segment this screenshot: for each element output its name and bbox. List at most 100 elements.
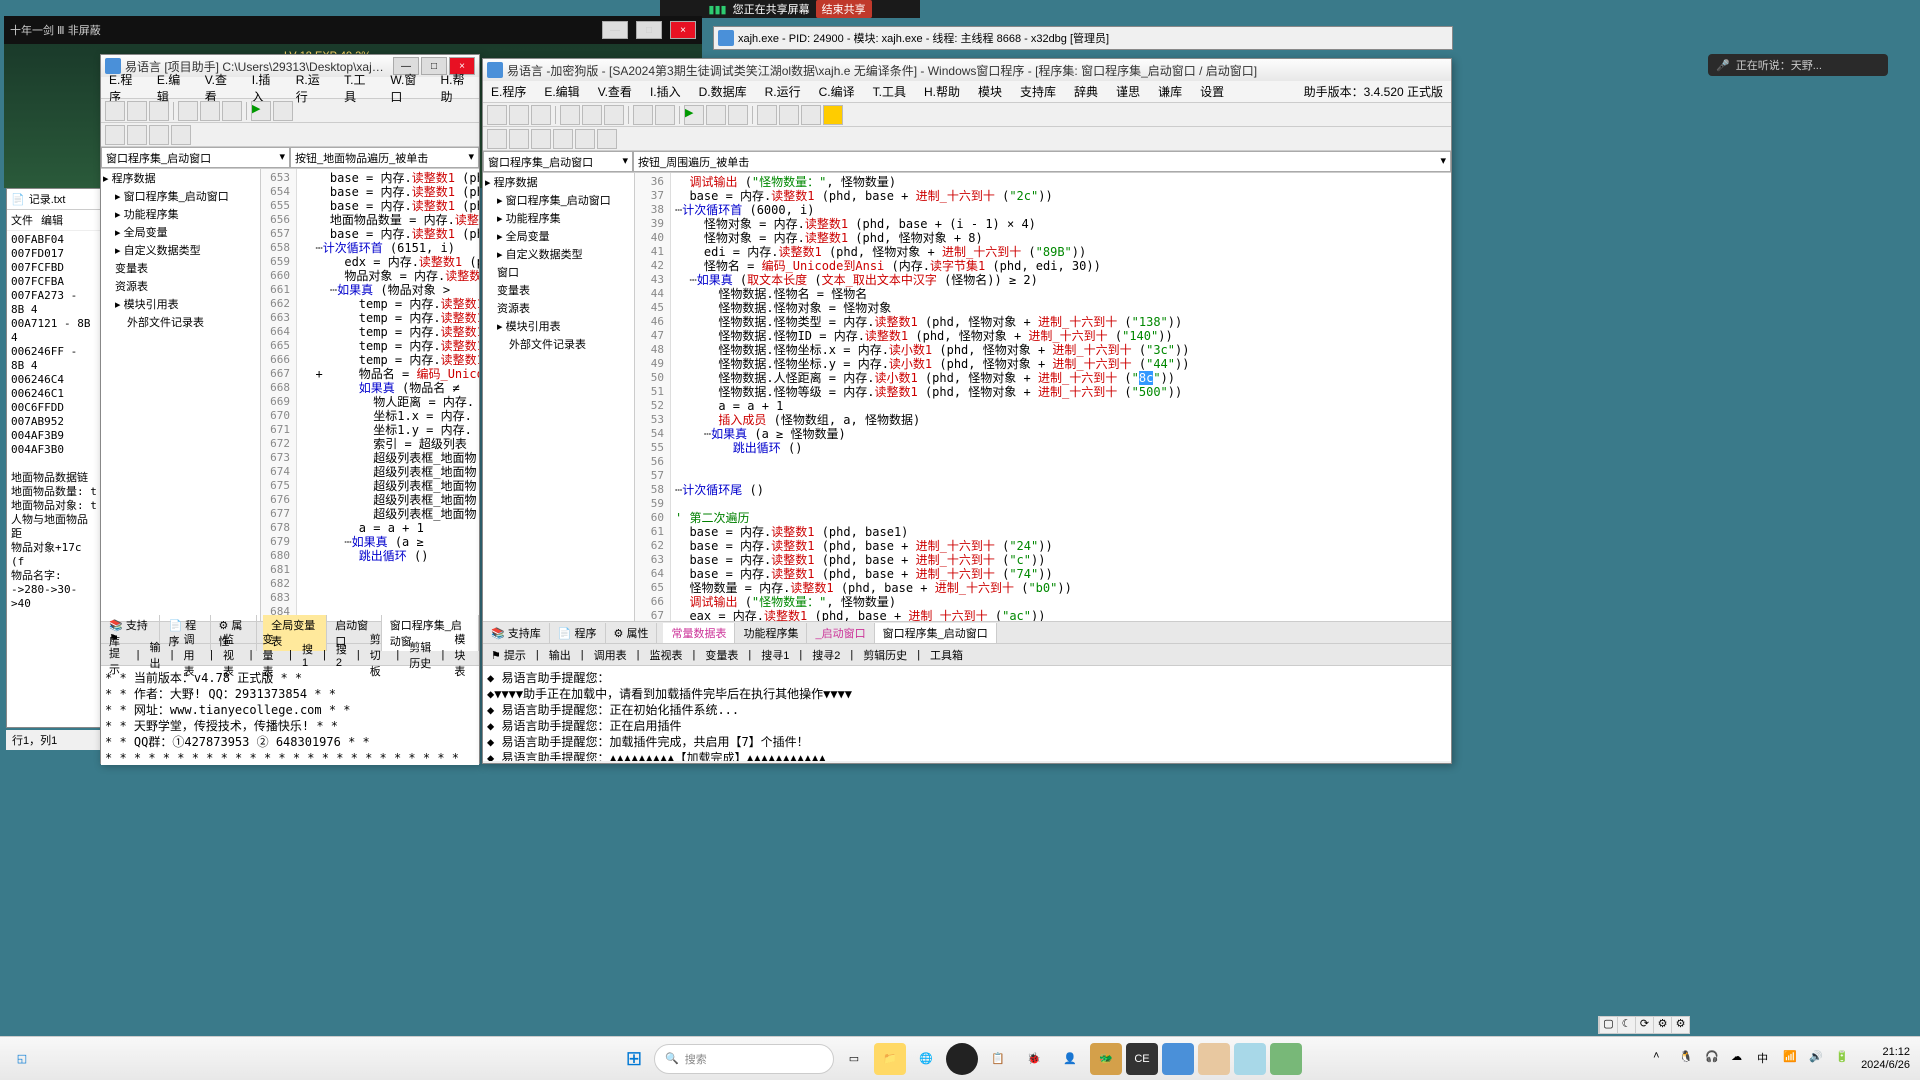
save-icon[interactable] (149, 101, 169, 121)
code-line[interactable]: temp = 内存.读整数1 (297, 353, 479, 367)
console-tab[interactable]: 监视表 (646, 646, 687, 664)
menu-item[interactable]: I.插入 (646, 81, 685, 102)
new-icon[interactable] (487, 105, 507, 125)
toolbar-icon[interactable] (553, 129, 573, 149)
step-icon[interactable] (757, 105, 777, 125)
taskbar-search[interactable]: 🔍 搜索 (654, 1044, 834, 1074)
code-line[interactable]: 怪物对象 = 内存.读整数1 (phd, base + (i - 1) × 4) (671, 217, 1451, 231)
menu-item[interactable]: D.数据库 (695, 81, 751, 102)
code-line[interactable]: 怪物名 = 编码_Unicode到Ansi (内存.读字节集1 (phd, ed… (671, 259, 1451, 273)
code-line[interactable]: temp = 内存.读整数1 (297, 311, 479, 325)
menu-item[interactable]: V.查看 (594, 81, 636, 102)
toolbar-icon[interactable] (531, 129, 551, 149)
ide2-code-editor[interactable]: 调试输出 ("怪物数量：", 怪物数量) base = 内存.读整数1 (phd… (671, 173, 1451, 621)
code-line[interactable]: 索引 = 超级列表 (297, 437, 479, 451)
code-line[interactable]: edi = 内存.读整数1 (phd, 怪物对象 + 进制_十六到十 ("89B… (671, 245, 1451, 259)
app-icon[interactable] (1198, 1043, 1230, 1075)
ide2-selector-fn[interactable]: 按钮_周围遍历_被单击 (633, 151, 1451, 172)
code-line[interactable]: ┄如果真 (取文本长度 (文本_取出文本中汉字 (怪物名)) ≥ 2) (671, 273, 1451, 287)
toolbar-icon[interactable] (801, 105, 821, 125)
code-line[interactable]: a = a + 1 (671, 399, 1451, 413)
code-line[interactable]: 怪物数据.怪物类型 = 内存.读整数1 (phd, 怪物对象 + 进制_十六到十… (671, 315, 1451, 329)
menu-item[interactable]: 模块 (974, 81, 1006, 102)
ide2-console[interactable]: ◆ 易语言助手提醒您：◆▼▼▼▼助手正在加载中，请看到加载插件完毕后在执行其他操… (483, 665, 1451, 761)
tab-funcset[interactable]: 功能程序集 (735, 623, 807, 643)
ide1-console[interactable]: * * 当前版本：v4.78 正式版 * ** * 作者：大野! QQ：2931… (101, 665, 479, 765)
app-icon[interactable]: 👤 (1054, 1043, 1086, 1075)
code-line[interactable]: + 物品名 = 编码_Unico (297, 367, 479, 381)
toolbar-icon[interactable] (487, 129, 507, 149)
paste-icon[interactable] (222, 101, 242, 121)
console-tab[interactable]: 剪辑历史 (859, 646, 911, 664)
app-icon[interactable]: 🐞 (1018, 1043, 1050, 1075)
console-tab[interactable]: 搜寻2 (808, 646, 844, 664)
widget-icon[interactable]: ▢ (1599, 1017, 1617, 1033)
menu-item[interactable]: 支持库 (1016, 81, 1060, 102)
code-line[interactable]: 怪物数据.怪物名 = 怪物名 (671, 287, 1451, 301)
code-line[interactable]: base = 内存.读整数1 (phd, (297, 185, 479, 199)
code-line[interactable]: ┄如果真 (a ≥ 怪物数量) (671, 427, 1451, 441)
run-icon[interactable]: ▶ (684, 105, 704, 125)
cheatengine-icon[interactable]: CE (1126, 1043, 1158, 1075)
code-line[interactable]: 物人距离 = 内存. (297, 395, 479, 409)
code-line[interactable]: temp = 内存.读整数1 (297, 339, 479, 353)
code-line[interactable]: base = 内存.读整数1 (phd, (297, 199, 479, 213)
code-line[interactable]: base = 内存.读整数1 (phd, base1) (671, 525, 1451, 539)
code-line[interactable] (671, 455, 1451, 469)
menu-edit[interactable]: 编辑 (41, 212, 63, 228)
code-line[interactable]: base = 内存.读整数1 (phd, base + 进制_十六到十 ("74… (671, 567, 1451, 581)
toolbar-icon[interactable] (597, 129, 617, 149)
app-icon[interactable] (1234, 1043, 1266, 1075)
menu-item[interactable]: 辞典 (1070, 81, 1102, 102)
widget-icon[interactable]: ☾ (1617, 1017, 1635, 1033)
code-line[interactable]: eax = 内存.读整数1 (phd, base + 进制_十六到十 ("ac"… (671, 609, 1451, 621)
menu-item[interactable]: W.窗口 (386, 69, 426, 107)
tree-item[interactable]: ▸ 模块引用表 (101, 295, 260, 313)
tab-program[interactable]: 📄 程序 (550, 623, 606, 643)
code-line[interactable]: 调试输出 ("怪物数量：", 怪物数量) (671, 175, 1451, 189)
console-tab[interactable]: 模块表 (450, 630, 475, 680)
tray-app-icon[interactable]: ☁ (1731, 1050, 1749, 1068)
menu-item[interactable]: H.帮助 (437, 69, 475, 107)
tree-item[interactable]: ▸ 功能程序集 (483, 209, 634, 227)
toolbar-icon[interactable] (105, 125, 125, 145)
code-line[interactable]: 跳出循环 () (671, 441, 1451, 455)
code-line[interactable]: 如果真 (物品名 ≠ (297, 381, 479, 395)
app-icon[interactable] (946, 1043, 978, 1075)
maximize-button[interactable]: □ (636, 21, 662, 39)
widget-icon[interactable]: ⚙ (1671, 1017, 1689, 1033)
code-line[interactable]: 超级列表框_地面物 (297, 507, 479, 521)
code-line[interactable]: temp = 内存.读整数1 (297, 297, 479, 311)
notepad-body[interactable]: 00FABF04007FD017007FCFBD007FCFBA007FA273… (7, 231, 101, 613)
tree-item[interactable]: ▸ 窗口程序集_启动窗口 (483, 191, 634, 209)
code-line[interactable]: base = 内存.读整数1 (phd, (297, 171, 479, 185)
code-line[interactable]: ┄如果真 (a ≥ (297, 535, 479, 549)
code-line[interactable]: 怪物数量 = 内存.读整数1 (phd, base + 进制_十六到十 ("b0… (671, 581, 1451, 595)
tab-support[interactable]: 📚 支持库 (483, 623, 550, 643)
pause-icon[interactable] (706, 105, 726, 125)
console-tab[interactable]: 搜1 (298, 640, 317, 670)
code-line[interactable] (671, 469, 1451, 483)
tray-app-icon[interactable]: 🐧 (1679, 1050, 1697, 1068)
console-tab[interactable]: 输出 (145, 638, 164, 672)
undo-icon[interactable] (633, 105, 653, 125)
tab-winset[interactable]: 窗口程序集_启动窗口 (875, 623, 997, 643)
redo-icon[interactable] (655, 105, 675, 125)
step-over-icon[interactable] (779, 105, 799, 125)
cut-icon[interactable] (178, 101, 198, 121)
code-line[interactable]: 怪物数据.怪物坐标.x = 内存.读小数1 (phd, 怪物对象 + 进制_十六… (671, 343, 1451, 357)
minimize-button[interactable]: — (602, 21, 628, 39)
explorer-icon[interactable]: 📁 (874, 1043, 906, 1075)
app-icon[interactable]: 🐲 (1090, 1043, 1122, 1075)
code-line[interactable]: 怪物数据.怪物ID = 内存.读整数1 (phd, 怪物对象 + 进制_十六到十… (671, 329, 1451, 343)
console-tab[interactable]: 输出 (545, 646, 575, 664)
code-line[interactable]: 物品对象 = 内存.读整数1 (297, 269, 479, 283)
save-icon[interactable] (531, 105, 551, 125)
tree-item[interactable]: 窗口 (483, 263, 634, 281)
widgets-button[interactable]: ◱ (6, 1043, 38, 1075)
run-icon[interactable]: ▶ (251, 101, 271, 121)
toolbar-icon[interactable] (823, 105, 843, 125)
code-line[interactable]: 插入成员 (怪物数组, a, 怪物数据) (671, 413, 1451, 427)
ide1-code-editor[interactable]: base = 内存.读整数1 (phd, base = 内存.读整数1 (phd… (297, 169, 479, 621)
code-line[interactable] (297, 591, 479, 605)
